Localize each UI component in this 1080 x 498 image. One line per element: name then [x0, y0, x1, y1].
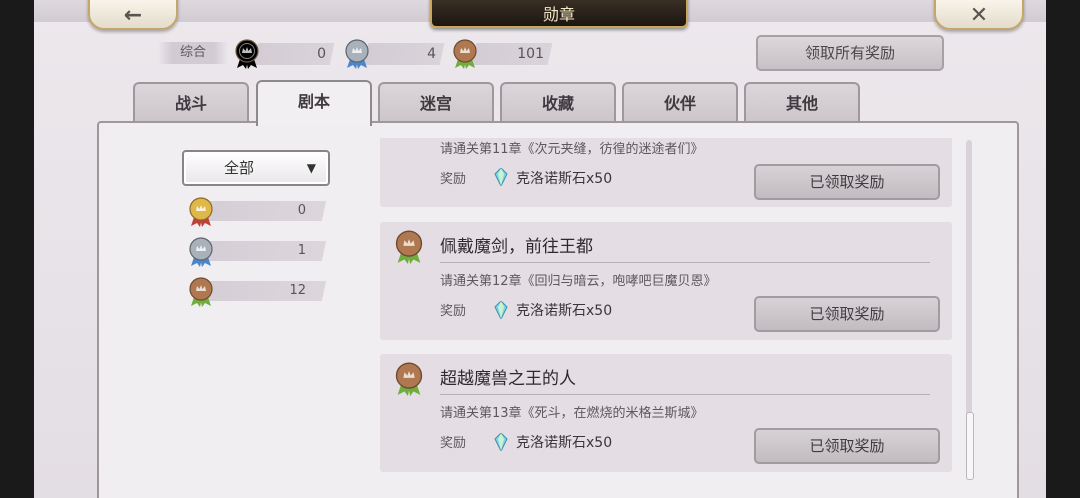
divider: [440, 262, 930, 263]
bronze-medal-icon: [453, 39, 477, 69]
achievement-list[interactable]: 请通关第11章《次元夹缝，彷徨的迷途者们》 奖励 克洛诺斯石x50 已领取奖励 …: [380, 138, 952, 478]
bronze-medal-icon: [189, 277, 213, 307]
tab-companion[interactable]: 伙伴: [622, 82, 738, 124]
claimed-reward-button[interactable]: 已领取奖励: [754, 164, 940, 200]
achievement-card: 超越魔兽之王的人 请通关第13章《死斗，在燃烧的米格兰斯城》 奖励 克洛诺斯石x…: [380, 354, 952, 472]
count-gold: 0: [184, 197, 334, 227]
achievement-desc: 请通关第11章《次元夹缝，彷徨的迷途者们》: [440, 142, 704, 157]
gold-medal-icon: #gm1 .disc{fill:#e0b84a}#gm1 .rib{fill:#…: [235, 39, 259, 69]
reward-label: 奖励: [440, 304, 467, 319]
bronze-medal-icon: [395, 230, 423, 264]
achievement-desc: 请通关第12章《回归与暗云，咆哮吧巨魔贝恩》: [440, 274, 717, 289]
reward-item: 克洛诺斯石x50: [516, 171, 613, 187]
reward-label: 奖励: [440, 436, 467, 451]
claim-all-button[interactable]: 领取所有奖励: [756, 35, 944, 71]
tab-labyrinth[interactable]: 迷宫: [378, 82, 494, 124]
gold-medal-icon: [189, 197, 213, 227]
count-silver-value: 1: [297, 243, 306, 258]
divider: [440, 394, 930, 395]
bronze-medal-icon: [395, 362, 423, 396]
claimed-reward-button[interactable]: 已领取奖励: [754, 296, 940, 332]
reward-item: 克洛诺斯石x50: [516, 435, 613, 451]
summary-silver: 4: [344, 39, 445, 69]
chevron-down-icon: ▼: [306, 161, 316, 175]
count-silver: 1: [184, 237, 334, 267]
filter-dropdown[interactable]: 全部 ▼: [182, 150, 330, 186]
summary-silver-count: 4: [427, 46, 436, 62]
silver-medal-icon: [189, 237, 213, 267]
back-arrow-icon: ←: [123, 3, 143, 28]
reward-label: 奖励: [440, 172, 467, 187]
summary-gold-count: 0: [317, 46, 326, 62]
medals-screen: ← 勋章 ✕ 综合 0 #gm1 .disc{fill:#e0b84a}#gm1…: [34, 0, 1046, 498]
filter-selected: 全部: [224, 159, 255, 177]
silver-medal-icon: [345, 39, 369, 69]
count-bronze-value: 12: [289, 283, 306, 298]
achievement-card: 请通关第11章《次元夹缝，彷徨的迷途者们》 奖励 克洛诺斯石x50 已领取奖励: [380, 138, 952, 207]
chronos-stone-icon: [494, 301, 508, 319]
achievement-title: 佩戴魔剑，前往王都: [440, 237, 593, 257]
summary-gold: 0 #gm1 .disc{fill:#e0b84a}#gm1 .rib{fill…: [234, 39, 335, 69]
close-icon: ✕: [969, 3, 989, 28]
tab-collection[interactable]: 收藏: [500, 82, 616, 124]
tab-battle[interactable]: 战斗: [133, 82, 249, 124]
title-plate: 勋章: [430, 0, 688, 28]
summary-bronze-count: 101: [517, 46, 544, 62]
claimed-reward-button[interactable]: 已领取奖励: [754, 428, 940, 464]
close-button[interactable]: ✕: [934, 0, 1024, 30]
reward-item: 克洛诺斯石x50: [516, 303, 613, 319]
tab-other[interactable]: 其他: [744, 82, 860, 124]
page-title: 勋章: [542, 5, 575, 24]
achievement-title: 超越魔兽之王的人: [440, 369, 576, 389]
back-button[interactable]: ←: [88, 0, 178, 30]
summary-label: 综合: [158, 42, 228, 64]
chronos-stone-icon: [494, 433, 508, 451]
chronos-stone-icon: [494, 168, 508, 186]
summary-bronze: 101: [452, 39, 562, 69]
scrollbar-thumb[interactable]: [966, 412, 974, 480]
achievement-card: 佩戴魔剑，前往王都 请通关第12章《回归与暗云，咆哮吧巨魔贝恩》 奖励 克洛诺斯…: [380, 222, 952, 340]
achievement-desc: 请通关第13章《死斗，在燃烧的米格兰斯城》: [440, 406, 704, 421]
count-gold-value: 0: [297, 203, 306, 218]
count-bronze: 12: [184, 277, 334, 307]
tab-story[interactable]: 剧本: [256, 80, 372, 126]
